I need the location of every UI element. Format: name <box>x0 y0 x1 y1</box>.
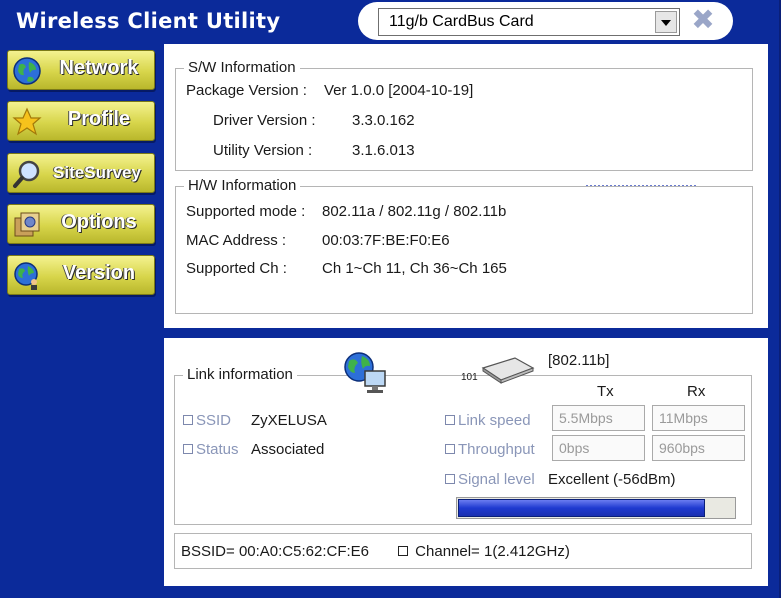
nav-profile-label: Profile <box>67 108 131 130</box>
info-panel: S/W Information Package Version : Ver 1.… <box>164 44 768 328</box>
nav-options-label: Options <box>61 211 137 233</box>
close-icon[interactable]: ✖ <box>688 4 718 36</box>
device-number: 101 <box>461 372 478 383</box>
signal-level-bar <box>456 497 736 519</box>
status-value: Associated <box>251 441 325 458</box>
options-icon <box>14 212 40 237</box>
hw-info-group: H/W Information Supported mode : 802.11a… <box>175 177 753 314</box>
checkbox-icon <box>183 444 193 454</box>
link-speed-tx-field: 5.5Mbps <box>552 405 645 431</box>
sw-info-group: S/W Information Package Version : Ver 1.… <box>175 59 753 187</box>
globe-icon <box>13 57 41 85</box>
nav-version-button[interactable]: Version <box>7 255 155 295</box>
supported-mode-value: 802.11a / 802.11g / 802.11b <box>322 203 507 220</box>
link-speed-rx-field: 11Mbps <box>652 405 745 431</box>
driver-version-label: Driver Version : <box>213 112 316 129</box>
supported-ch-value: Ch 1~Ch 11, Ch 36~Ch 165 <box>322 260 507 277</box>
checkbox-icon <box>445 415 455 425</box>
checkbox-icon <box>445 474 455 484</box>
signal-level-fill <box>458 499 706 517</box>
nav-profile-button[interactable]: Profile <box>7 101 155 141</box>
utility-version-label: Utility Version : <box>213 142 313 159</box>
channel-value: Channel= 1(2.412GHz) <box>398 543 570 560</box>
link-info-legend: Link information <box>183 366 297 383</box>
magnifier-icon <box>13 160 40 188</box>
ssid-value: ZyXELUSA <box>251 412 327 429</box>
package-version-label: Package Version : <box>186 82 307 99</box>
adapter-select[interactable]: 11g/b CardBus Card <box>378 8 680 36</box>
signal-level-value: Excellent (-56dBm) <box>548 471 676 488</box>
status-bar: BSSID= 00:A0:C5:62:CF:E6 Channel= 1(2.41… <box>174 533 752 569</box>
chevron-down-icon[interactable] <box>655 11 677 33</box>
app-window: Wireless Client Utility 11g/b CardBus Ca… <box>0 0 781 598</box>
hw-info-legend: H/W Information <box>184 177 301 194</box>
throughput-rx-field: 960bps <box>652 435 745 461</box>
throughput-label: Throughput <box>445 441 535 458</box>
globe-person-icon <box>14 262 38 290</box>
star-icon <box>12 107 42 136</box>
nav-sitesurvey-button[interactable]: SiteSurvey <box>7 153 155 193</box>
signal-level-label: Signal level <box>445 471 535 488</box>
link-speed-label: Link speed <box>445 412 531 429</box>
link-panel: Link information SSID ZyXELUSA Status As… <box>164 338 768 586</box>
app-title: Wireless Client Utility <box>16 9 281 33</box>
network-computer-icon <box>344 352 386 393</box>
driver-version-value: 3.3.0.162 <box>352 112 415 129</box>
utility-version-value: 3.1.6.013 <box>352 142 415 159</box>
bssid-value: BSSID= 00:A0:C5:62:CF:E6 <box>181 543 370 560</box>
mac-address-label: MAC Address : <box>186 232 287 249</box>
nav-network-button[interactable]: Network <box>7 50 155 90</box>
sw-info-legend: S/W Information <box>184 59 300 76</box>
throughput-tx-field: 0bps <box>552 435 645 461</box>
ssid-label: SSID <box>183 412 231 429</box>
wireless-card-icon <box>481 357 535 384</box>
nav-sitesurvey-label: SiteSurvey <box>53 163 141 182</box>
status-label: Status <box>183 441 239 458</box>
supported-ch-label: Supported Ch : <box>186 260 287 277</box>
checkbox-icon <box>398 546 408 556</box>
tx-header: Tx <box>597 383 614 400</box>
supported-mode-label: Supported mode : <box>186 203 306 220</box>
mac-address-value: 00:03:7F:BE:F0:E6 <box>322 232 450 249</box>
rx-header: Rx <box>687 383 706 400</box>
adapter-select-value: 11g/b CardBus Card <box>389 13 534 30</box>
nav-network-label: Network <box>59 57 139 79</box>
package-version-value: Ver 1.0.0 [2004-10-19] <box>324 82 474 99</box>
nav-version-label: Version <box>62 262 136 284</box>
checkbox-icon <box>445 444 455 454</box>
checkbox-icon <box>183 415 193 425</box>
nav-options-button[interactable]: Options <box>7 204 155 244</box>
standard-label: [802.11b] <box>548 352 610 369</box>
